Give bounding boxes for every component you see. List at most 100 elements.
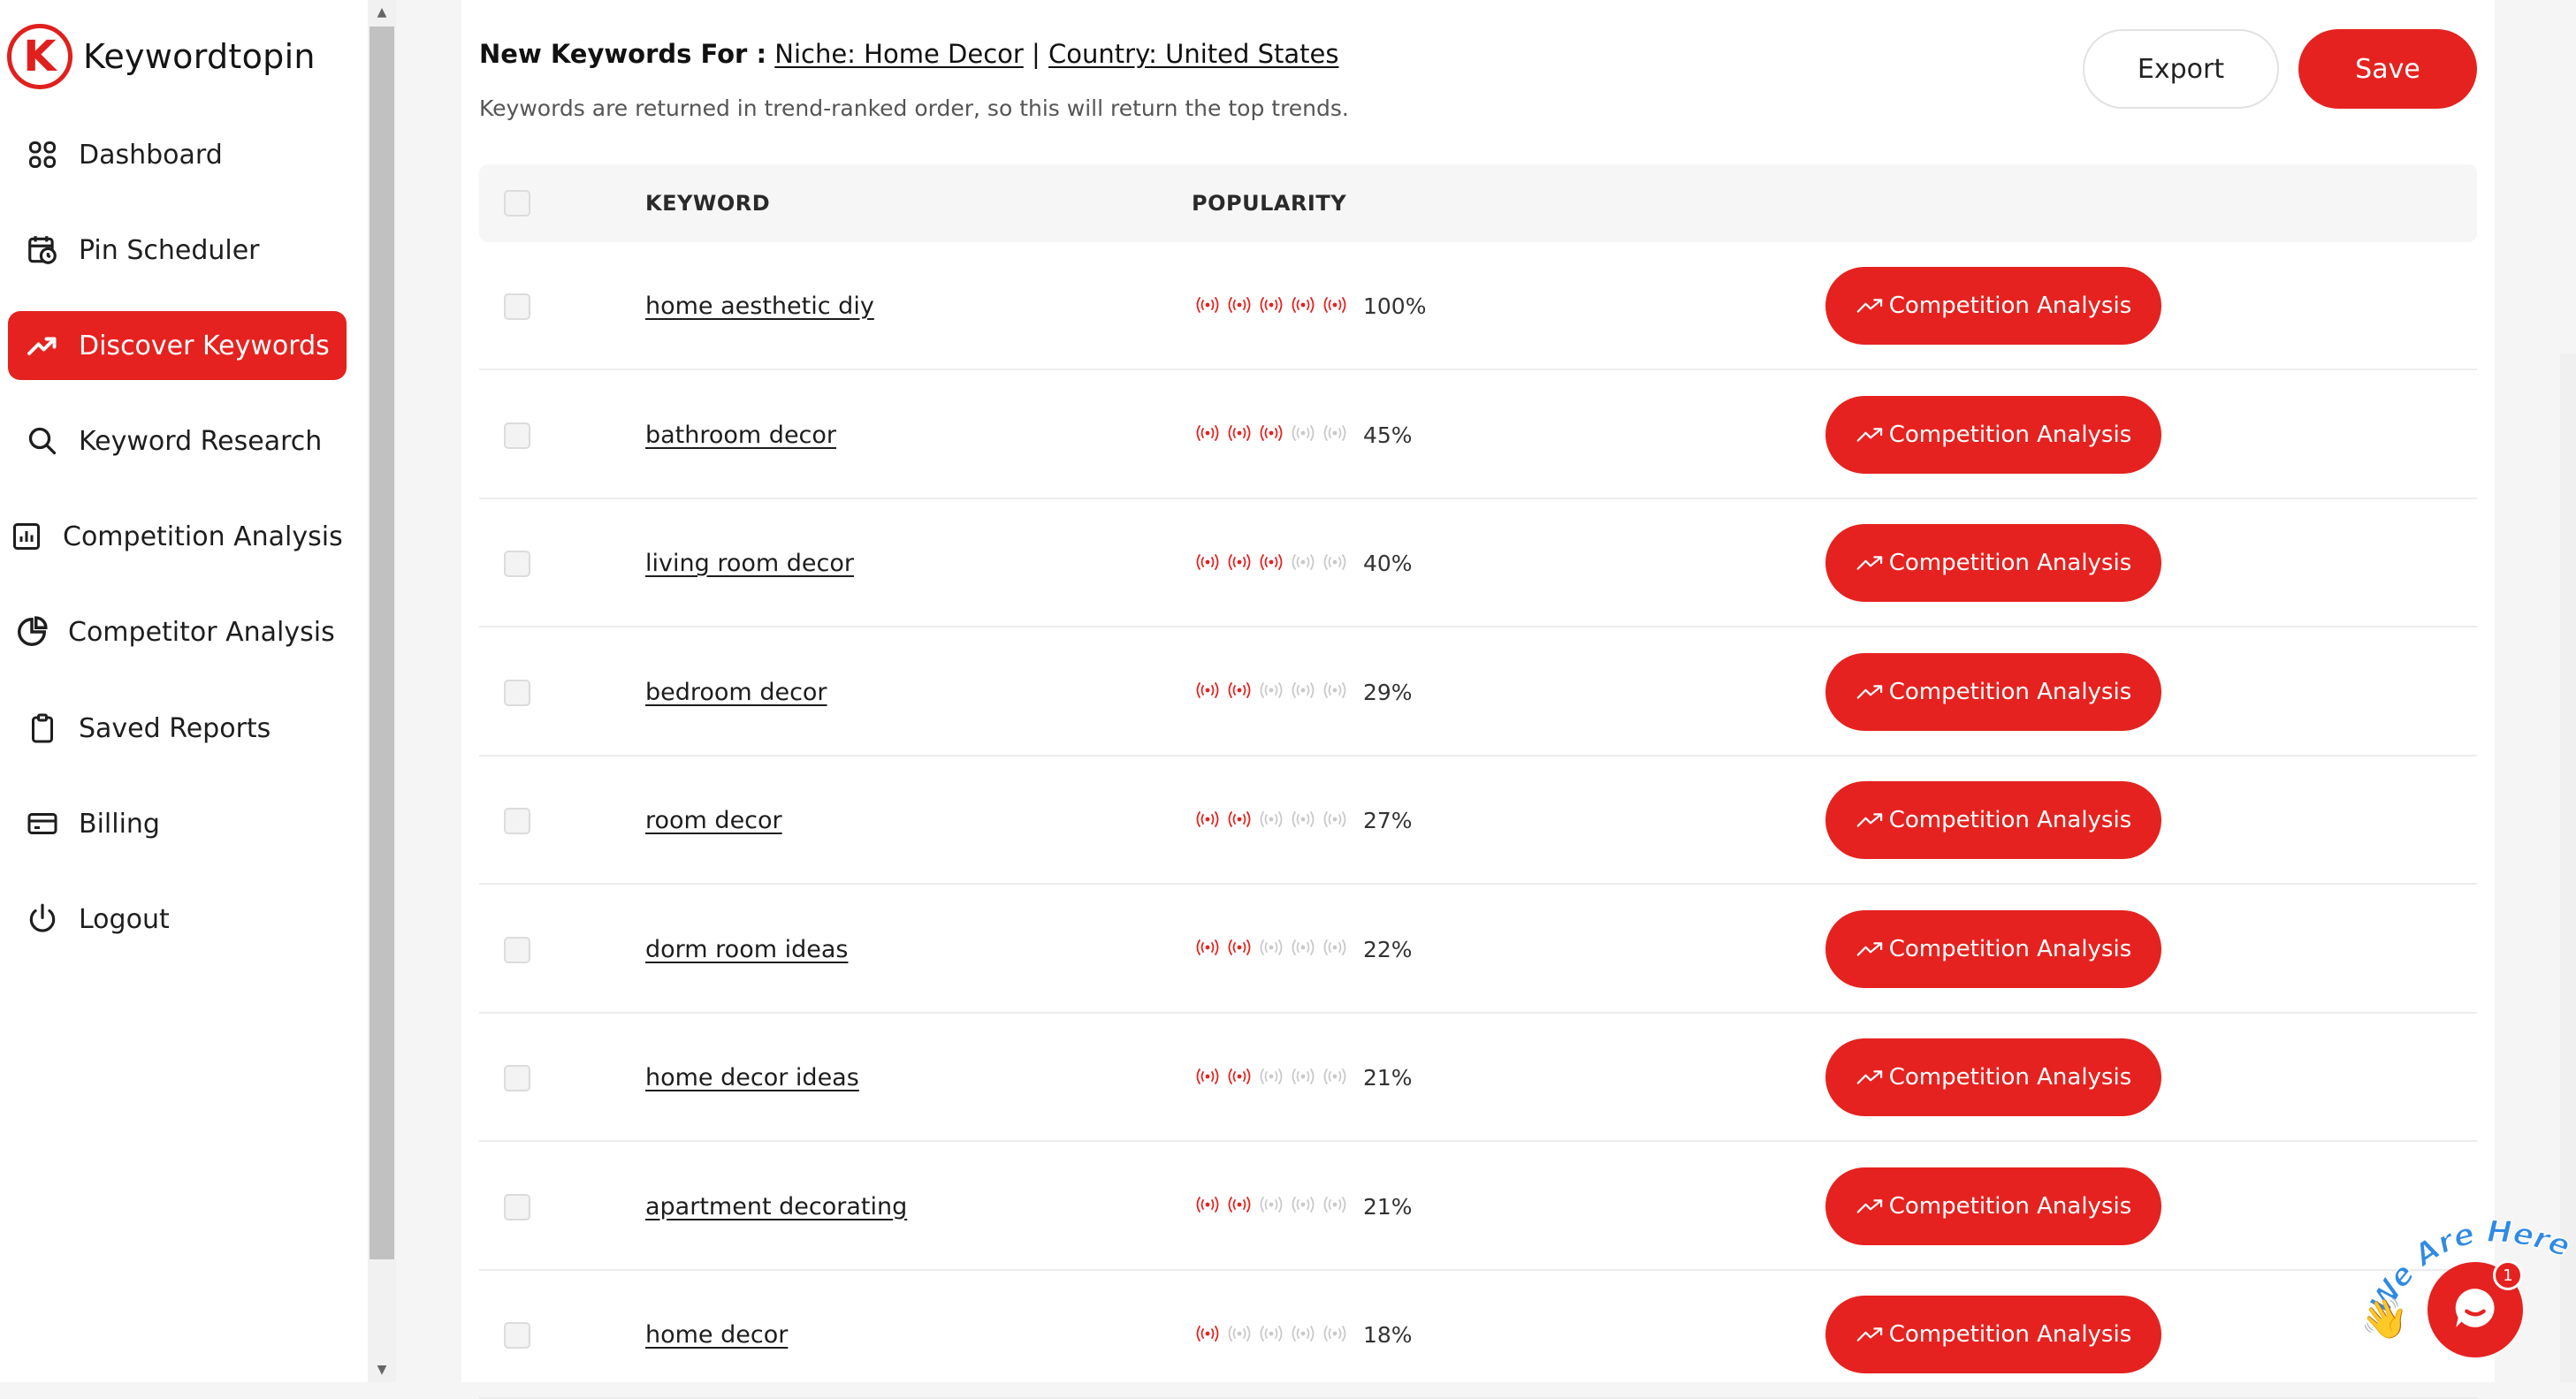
signal-icon [1319, 1068, 1351, 1089]
signal-icon [1255, 939, 1287, 960]
chat-unread-badge: 1 [2493, 1260, 2523, 1290]
popularity-cell: 100% [1192, 242, 1426, 370]
sidebar-scrollbar-thumb[interactable] [370, 27, 394, 1259]
competition-analysis-button[interactable]: Competition Analysis [1825, 1038, 2161, 1116]
keyword-link[interactable]: home aesthetic diy [645, 242, 874, 370]
signal-icon [1287, 810, 1319, 832]
page-title: New Keywords For : Niche: Home Decor | C… [479, 39, 1339, 69]
brand[interactable]: K Keywordtopin [7, 24, 316, 89]
signal-icon [1287, 939, 1319, 960]
signal-icon [1192, 1068, 1223, 1089]
table-row: apartment decorating 21% Competition Analy… [479, 1143, 2477, 1271]
signal-icon [1319, 939, 1351, 960]
popularity-percent: 45% [1363, 422, 1413, 448]
keyword-link[interactable]: dorm room ideas [645, 886, 848, 1014]
sidebar-item-keyword-research[interactable]: Keyword Research [8, 407, 347, 475]
power-icon [24, 901, 61, 938]
competition-analysis-button[interactable]: Competition Analysis [1825, 1167, 2161, 1245]
signal-icon [1287, 296, 1319, 317]
competition-analysis-button[interactable]: Competition Analysis [1825, 267, 2161, 345]
sidebar-item-label: Billing [79, 808, 160, 840]
competition-analysis-button[interactable]: Competition Analysis [1825, 781, 2161, 859]
signal-icon [1223, 1068, 1255, 1089]
trending-up-icon [1856, 1197, 1886, 1216]
keyword-link[interactable]: bathroom decor [645, 371, 836, 499]
row-checkbox[interactable] [504, 1065, 530, 1091]
niche-link[interactable]: Niche: Home Decor [774, 39, 1024, 69]
keyword-link[interactable]: living room decor [645, 499, 854, 627]
chat-bubble-icon [2450, 1282, 2501, 1337]
sidebar-item-pin-scheduler[interactable]: Pin Scheduler [8, 216, 347, 285]
search-icon [24, 422, 61, 460]
sidebar-item-billing[interactable]: Billing [8, 789, 347, 858]
trending-up-icon [1856, 682, 1886, 702]
sidebar-item-label: Saved Reports [79, 712, 271, 744]
popularity-percent: 22% [1363, 936, 1413, 962]
row-checkbox[interactable] [504, 422, 530, 449]
page-subtitle: Keywords are returned in trend-ranked or… [479, 95, 1349, 121]
popularity-signals [1192, 681, 1351, 703]
brand-logo-letter: K [23, 32, 57, 81]
competition-analysis-button[interactable]: Competition Analysis [1825, 909, 2161, 988]
popularity-cell: 21% [1192, 1143, 1413, 1271]
competition-analysis-button[interactable]: Competition Analysis [1825, 652, 2161, 731]
popularity-percent: 21% [1363, 1193, 1413, 1220]
signal-icon [1192, 1196, 1223, 1217]
select-all-checkbox[interactable] [504, 190, 530, 217]
table-row: living room decor 40% Competition Analysis [479, 499, 2477, 627]
popularity-signals [1192, 296, 1351, 317]
table-row: dorm room ideas 22% Competition Analysis [479, 886, 2477, 1014]
competition-analysis-button[interactable]: Competition Analysis [1825, 395, 2161, 474]
bar-chart-icon [8, 518, 45, 555]
scroll-down-arrow-icon[interactable]: ▼ [368, 1357, 396, 1382]
scroll-up-arrow-icon[interactable]: ▲ [368, 0, 396, 25]
column-header-popularity: POPULARITY [1192, 191, 1347, 216]
row-checkbox[interactable] [504, 551, 530, 577]
sidebar-item-competitor-analysis[interactable]: Competitor Analysis [8, 597, 347, 666]
row-checkbox[interactable] [504, 293, 530, 320]
popularity-signals [1192, 1068, 1351, 1089]
country-link[interactable]: Country: United States [1048, 39, 1338, 69]
popularity-percent: 100% [1363, 293, 1427, 319]
row-checkbox[interactable] [504, 679, 530, 706]
signal-icon [1192, 424, 1223, 445]
waving-hand-icon: 👋 [2360, 1296, 2409, 1342]
trending-up-icon [1856, 296, 1886, 316]
signal-icon [1287, 1068, 1319, 1089]
signal-icon [1287, 553, 1319, 574]
sidebar-item-logout[interactable]: Logout [8, 885, 347, 954]
signal-icon [1319, 296, 1351, 317]
signal-icon [1192, 681, 1223, 703]
brand-logo: K [7, 24, 72, 89]
row-checkbox[interactable] [504, 936, 530, 963]
signal-icon [1319, 681, 1351, 703]
popularity-cell: 22% [1192, 886, 1413, 1014]
sidebar-item-discover-keywords[interactable]: Discover Keywords [8, 311, 347, 380]
save-button[interactable]: Save [2298, 29, 2477, 109]
keyword-link[interactable]: home decor [645, 1271, 788, 1399]
keyword-link[interactable]: bedroom decor [645, 628, 827, 757]
export-button[interactable]: Export [2083, 29, 2279, 109]
sidebar-item-saved-reports[interactable]: Saved Reports [8, 694, 347, 763]
competition-analysis-label: Competition Analysis [1888, 1064, 2132, 1091]
row-checkbox[interactable] [504, 1193, 530, 1220]
signal-icon [1319, 553, 1351, 574]
sidebar-item-label: Logout [79, 903, 170, 935]
sidebar-item-competition-analysis[interactable]: Competition Analysis [8, 502, 347, 571]
competition-analysis-button[interactable]: Competition Analysis [1825, 1296, 2161, 1373]
brand-name: Keywordtopin [83, 37, 316, 76]
row-checkbox[interactable] [504, 808, 530, 834]
signal-icon [1319, 1325, 1351, 1346]
signal-icon [1287, 681, 1319, 703]
keyword-link[interactable]: room decor [645, 757, 782, 885]
pie-chart-icon [13, 613, 50, 650]
clipboard-icon [24, 710, 61, 747]
sidebar-item-dashboard[interactable]: Dashboard [8, 120, 347, 189]
keyword-link[interactable]: home decor ideas [645, 1014, 859, 1142]
signal-icon [1192, 1325, 1223, 1346]
signal-icon [1192, 553, 1223, 574]
competition-analysis-button[interactable]: Competition Analysis [1825, 524, 2161, 602]
competition-analysis-label: Competition Analysis [1888, 1321, 2132, 1348]
keyword-link[interactable]: apartment decorating [645, 1143, 907, 1271]
row-checkbox[interactable] [504, 1322, 530, 1349]
